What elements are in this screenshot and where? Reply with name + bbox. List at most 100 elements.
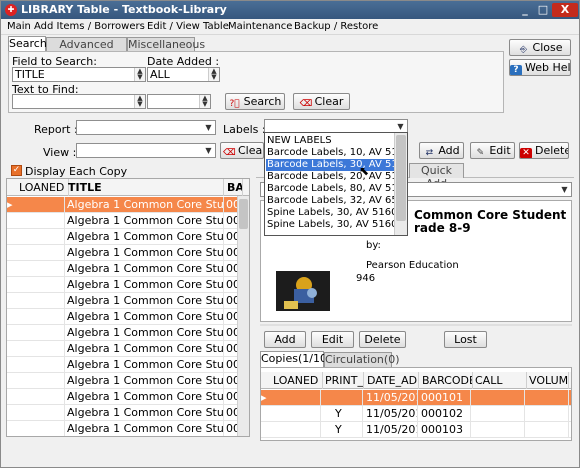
chevron-down-icon: ▼ — [205, 123, 212, 132]
loaned-cell — [15, 405, 65, 421]
table-row[interactable]: Algebra 1 Common Core Student Ec000 — [7, 341, 249, 357]
column-header-print[interactable]: PRINT_C — [321, 372, 364, 389]
search-button[interactable]: ?⃝ Search — [225, 93, 285, 110]
title-cell: Algebra 1 Common Core Student Ec — [64, 421, 224, 436]
title-cell: Algebra 1 Common Core Student Ec — [64, 373, 224, 389]
help-icon: ? — [510, 65, 522, 75]
scrollbar-thumb[interactable] — [396, 135, 406, 221]
report-select[interactable]: ▼ — [76, 120, 216, 135]
tab-miscellaneous[interactable]: Miscellaneous — [127, 37, 205, 52]
column-header-volume[interactable]: VOLUM — [525, 372, 569, 389]
table-row[interactable]: Algebra 1 Common Core Student Ec000 — [7, 245, 249, 261]
dropdown-option[interactable]: Spine Labels, 30, AV 5160-2 — [266, 219, 395, 231]
dropdown-option[interactable]: Barcode Labels, 20, AV 5161 — [266, 171, 395, 183]
edit-copy-button[interactable]: Edit — [311, 331, 354, 348]
table-row[interactable]: Algebra 1 Common Core Student Ec000 — [7, 261, 249, 277]
table-row[interactable]: Algebra 1 Common Core Student Ec000 — [7, 357, 249, 373]
field-to-search-select[interactable]: TITLE ▲ ▼ — [12, 67, 146, 82]
title-cell: Algebra 1 Common Core Student Ec — [64, 389, 224, 405]
title-cell: Algebra 1 Common Core Student Ec — [64, 405, 224, 421]
clear-search-button[interactable]: ⌫ Clear — [293, 93, 350, 110]
view-clear-button[interactable]: ⌫ Clear — [220, 142, 264, 159]
column-header-date-added[interactable]: DATE_ADDE — [363, 372, 419, 389]
table-row[interactable]: ▸ 11/05/2016000101 — [261, 390, 571, 406]
table-row[interactable]: Y11/05/2016000103 — [261, 422, 571, 438]
table-row[interactable]: Algebra 1 Common Core Student Ec000 — [7, 325, 249, 341]
volume-cell — [525, 422, 569, 438]
table-row[interactable]: Algebra 1 Common Core Student Ec000 — [7, 373, 249, 389]
table-row[interactable]: ▸Algebra 1 Common Core Student Ec000 — [7, 197, 249, 213]
labels-dropdown-list[interactable]: NEW LABELSBarcode Labels, 10, AV 5163Bar… — [264, 132, 408, 236]
column-header-loaned[interactable]: LOANED — [15, 179, 69, 196]
loaned-cell — [15, 261, 65, 277]
tab-copies[interactable]: Copies(1/100) — [260, 351, 338, 367]
column-header-loaned[interactable]: LOANED — [269, 372, 323, 389]
table-row[interactable]: Algebra 1 Common Core Student Ec000 — [7, 405, 249, 421]
delete-copy-button[interactable]: Delete — [359, 331, 406, 348]
web-help-button[interactable]: ?Web Help — [509, 59, 571, 76]
loaned-cell — [15, 357, 65, 373]
menu-main[interactable]: Main — [7, 20, 31, 34]
dropdown-option[interactable]: Barcode Labels, 10, AV 5163 — [266, 147, 395, 159]
table-row[interactable]: Algebra 1 Common Core Student Ec000 — [7, 229, 249, 245]
dropdown-option[interactable]: Barcode Labels, 32, AV 6577 — [266, 195, 395, 207]
tab-advanced-search[interactable]: Advanced Search — [46, 37, 127, 64]
row-pointer-icon — [7, 421, 15, 436]
row-pointer-icon — [7, 213, 15, 229]
field-to-search-value: TITLE — [15, 68, 45, 81]
menu-edit-view-table[interactable]: Edit / View Table — [147, 20, 229, 34]
maximize-button[interactable]: □ — [534, 3, 552, 17]
table-row[interactable]: Algebra 1 Common Core Student Ec000 — [7, 421, 249, 436]
dropdown-option[interactable]: Barcode Labels, 80, AV 5167 — [266, 183, 395, 195]
scrollbar[interactable] — [237, 196, 249, 436]
copies-table[interactable]: LOANED PRINT_C DATE_ADDE BARCODE CALL VO… — [260, 367, 572, 441]
display-each-copy-checkbox[interactable]: ✓ — [11, 165, 22, 176]
chevron-down-icon: ▼ — [397, 122, 404, 131]
table-row[interactable]: Algebra 1 Common Core Student Ec000 — [7, 277, 249, 293]
table-row[interactable]: Y11/05/2016000102 — [261, 406, 571, 422]
menu-add-items[interactable]: Add Items / Borrowers — [34, 20, 145, 34]
column-header-call[interactable]: CALL — [471, 372, 527, 389]
view-select[interactable]: ▼ — [76, 143, 216, 158]
minimize-button[interactable]: _ — [516, 3, 534, 17]
close-button[interactable]: ⎆ Close — [509, 39, 571, 56]
table-row[interactable]: Algebra 1 Common Core Student Ec000 — [7, 389, 249, 405]
dropdown-option[interactable]: Spine Labels, 30, AV 5160-1 — [266, 207, 395, 219]
add-button[interactable]: ⇄ Add — [419, 142, 464, 159]
display-each-copy-label: Display Each Copy — [25, 165, 128, 178]
dropdown-option[interactable]: Barcode Labels, 30, AV 5160 — [266, 159, 395, 171]
tab-search[interactable]: Search — [8, 36, 47, 52]
table-row[interactable]: Algebra 1 Common Core Student Ec000 — [7, 293, 249, 309]
menu-backup-restore[interactable]: Backup / Restore — [294, 20, 378, 34]
date-added-cell: 11/05/2016 — [363, 422, 418, 438]
column-header-title[interactable]: TITLE — [64, 179, 224, 196]
loaned-cell — [15, 277, 65, 293]
search-panel: Field to Search: TITLE ▲ ▼ Date Added : A… — [8, 51, 504, 113]
clear-search-label: Clear — [314, 95, 344, 108]
table-row[interactable]: Algebra 1 Common Core Student Ec000 — [7, 213, 249, 229]
tab-quick-add[interactable]: Quick Add — [409, 163, 464, 190]
text-to-find-input[interactable]: ▲ ▼ — [12, 94, 146, 109]
edit-button[interactable]: ✎ Edit — [470, 142, 515, 159]
date-added-cell: 11/05/2016 — [363, 406, 418, 422]
lost-copy-button[interactable]: Lost — [444, 331, 487, 348]
labels-select[interactable]: ▼ — [264, 119, 408, 133]
column-header-barcode[interactable]: BARCODE — [418, 372, 473, 389]
dropdown-option[interactable]: NEW LABELS — [266, 135, 395, 147]
delete-button[interactable]: ✕ Delete — [519, 142, 569, 159]
date-to-find-input[interactable]: ▲ ▼ — [147, 94, 211, 109]
scrollbar-thumb[interactable] — [239, 199, 248, 229]
edit-icon: ✎ — [476, 148, 485, 158]
add-copy-button[interactable]: Add — [264, 331, 306, 348]
detail-title-line2: rade 8-9 — [414, 221, 471, 235]
mouse-cursor: ⬉ — [359, 164, 370, 178]
tab-circulation[interactable]: Circulation(0) — [324, 352, 400, 367]
dropdown-scrollbar[interactable] — [394, 133, 407, 235]
items-table[interactable]: LOANED TITLE BA ▸ Algebra 1 Common Core S… — [6, 178, 250, 437]
close-window-button[interactable]: X — [552, 3, 578, 17]
column-header-barcode[interactable]: BA — [223, 179, 243, 196]
date-added-select[interactable]: ALL ▲ ▼ — [147, 67, 220, 82]
add-record-icon: ⇄ — [425, 148, 434, 158]
menu-maintenance[interactable]: Maintenance — [228, 20, 292, 34]
table-row[interactable]: Algebra 1 Common Core Student Ec000 — [7, 309, 249, 325]
